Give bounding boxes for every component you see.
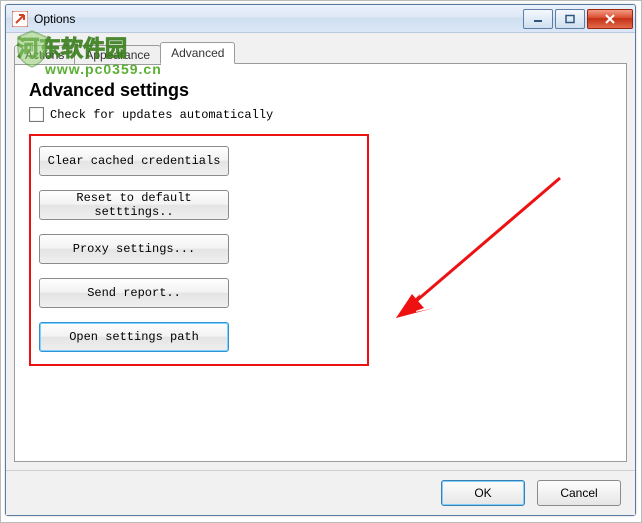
options-window: Options Actions Appearance Advanced <box>5 4 636 516</box>
tab-actions[interactable]: Actions <box>14 45 75 65</box>
tab-advanced[interactable]: Advanced <box>160 42 235 64</box>
page: Options Actions Appearance Advanced <box>0 0 642 523</box>
open-settings-path-button[interactable]: Open settings path <box>39 322 229 352</box>
window-title: Options <box>34 12 75 26</box>
minimize-button[interactable] <box>523 9 553 29</box>
check-updates-label: Check for updates automatically <box>50 108 273 122</box>
advanced-heading: Advanced settings <box>29 80 612 101</box>
close-button[interactable] <box>587 9 633 29</box>
titlebar: Options <box>6 5 635 33</box>
annotation-highlight-box: Clear cached credentials Reset to defaul… <box>29 134 369 366</box>
check-updates-checkbox[interactable] <box>29 107 44 122</box>
maximize-button[interactable] <box>555 9 585 29</box>
ok-button[interactable]: OK <box>441 480 525 506</box>
clear-cached-credentials-button[interactable]: Clear cached credentials <box>39 146 229 176</box>
dialog-footer: OK Cancel <box>6 470 635 515</box>
title-left: Options <box>12 11 75 27</box>
app-arrow-icon <box>12 11 28 27</box>
send-report-button[interactable]: Send report.. <box>39 278 229 308</box>
proxy-settings-button[interactable]: Proxy settings... <box>39 234 229 264</box>
client-area: Actions Appearance Advanced Advanced set… <box>6 33 635 470</box>
tab-panel-advanced: Advanced settings Check for updates auto… <box>14 63 627 462</box>
tab-appearance[interactable]: Appearance <box>74 45 161 65</box>
advanced-actions-column: Clear cached credentials Reset to defaul… <box>39 146 297 352</box>
tab-strip: Actions Appearance Advanced <box>14 41 627 63</box>
window-buttons <box>523 9 633 29</box>
reset-defaults-button[interactable]: Reset to default setttings.. <box>39 190 229 220</box>
annotation-arrow-icon <box>390 172 570 332</box>
check-updates-row[interactable]: Check for updates automatically <box>29 107 612 122</box>
cancel-button[interactable]: Cancel <box>537 480 621 506</box>
